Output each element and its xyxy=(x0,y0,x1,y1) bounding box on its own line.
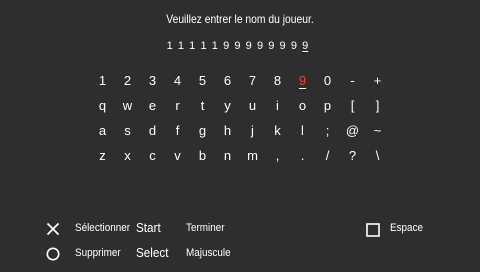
caps-action-label: Majuscule xyxy=(186,247,231,259)
keyboard-row-top: q w e r t y u i o p [ ] xyxy=(90,93,390,118)
key-x[interactable]: x xyxy=(115,146,140,166)
key-i[interactable]: i xyxy=(265,96,290,116)
key-2[interactable]: 2 xyxy=(115,71,140,91)
entry-char: 9 xyxy=(256,40,264,52)
entry-char: 9 xyxy=(290,40,297,52)
keyboard-row-bottom: z x c v b n m , . / ? \ xyxy=(90,143,390,168)
key-3[interactable]: 3 xyxy=(140,71,165,91)
key-backslash[interactable]: \ xyxy=(365,146,390,166)
entry-char: 9 xyxy=(279,40,286,52)
key-f[interactable]: f xyxy=(165,121,190,141)
key-7[interactable]: 7 xyxy=(240,71,265,91)
keyboard-row-numbers: 1 2 3 4 5 6 7 8 9 0 - + xyxy=(90,68,390,93)
key-v[interactable]: v xyxy=(165,146,190,166)
select-button-label: Select xyxy=(136,245,169,260)
key-u[interactable]: u xyxy=(240,96,265,116)
key-g[interactable]: g xyxy=(190,121,215,141)
key-at[interactable]: @ xyxy=(340,121,365,141)
entry-char: 9 xyxy=(223,40,230,52)
key-k[interactable]: k xyxy=(265,121,290,141)
name-entry-field[interactable]: 1 1 1 1 1 9 9 9 9 9 9 9 9 xyxy=(164,40,311,52)
key-period[interactable]: . xyxy=(290,146,315,166)
key-question[interactable]: ? xyxy=(340,146,365,166)
entry-char: 1 xyxy=(200,40,207,52)
entry-char: 1 xyxy=(166,40,173,52)
entry-char: 1 xyxy=(189,40,196,52)
onscreen-keyboard: 1 2 3 4 5 6 7 8 9 0 - + q w e r t y u i … xyxy=(90,68,390,168)
key-o[interactable]: o xyxy=(290,96,315,116)
key-c[interactable]: c xyxy=(140,146,165,166)
key-6[interactable]: 6 xyxy=(215,71,240,91)
key-r[interactable]: r xyxy=(165,96,190,116)
key-minus[interactable]: - xyxy=(340,71,365,91)
key-right-bracket[interactable]: ] xyxy=(365,96,390,116)
key-z[interactable]: z xyxy=(90,146,115,166)
key-s[interactable]: s xyxy=(115,121,140,141)
entry-char: 9 xyxy=(245,40,252,52)
entry-prompt: Veuillez entrer le nom du joueur. xyxy=(166,12,314,26)
key-l[interactable]: l xyxy=(290,121,315,141)
delete-action-label: Supprimer xyxy=(75,247,121,259)
entry-char: 1 xyxy=(211,40,218,52)
entry-char: 1 xyxy=(177,40,184,52)
square-icon xyxy=(366,223,380,237)
key-m[interactable]: m xyxy=(240,146,265,166)
key-w[interactable]: w xyxy=(115,96,140,116)
keyboard-row-home: a s d f g h j k l ; @ ~ xyxy=(90,118,390,143)
key-h[interactable]: h xyxy=(215,121,240,141)
cross-icon xyxy=(46,222,60,236)
key-n[interactable]: n xyxy=(215,146,240,166)
key-j[interactable]: j xyxy=(240,121,265,141)
circle-icon xyxy=(46,247,60,261)
space-action-label: Espace xyxy=(390,222,424,234)
key-d[interactable]: d xyxy=(140,121,165,141)
entry-cursor-char: 9 xyxy=(302,40,309,52)
key-p[interactable]: p xyxy=(315,96,340,116)
finish-action-label: Terminer xyxy=(186,222,225,234)
key-semicolon[interactable]: ; xyxy=(315,121,340,141)
key-y[interactable]: y xyxy=(215,96,240,116)
key-t[interactable]: t xyxy=(190,96,215,116)
key-4[interactable]: 4 xyxy=(165,71,190,91)
key-comma[interactable]: , xyxy=(265,146,290,166)
key-0[interactable]: 0 xyxy=(315,71,340,91)
start-button-label: Start xyxy=(136,220,161,235)
key-5[interactable]: 5 xyxy=(190,71,215,91)
key-slash[interactable]: / xyxy=(315,146,340,166)
key-9-selected[interactable]: 9 xyxy=(290,71,315,91)
key-1[interactable]: 1 xyxy=(90,71,115,91)
entry-char: 9 xyxy=(234,40,241,52)
entry-char: 9 xyxy=(268,40,275,52)
key-tilde[interactable]: ~ xyxy=(365,121,390,141)
key-e[interactable]: e xyxy=(140,96,165,116)
key-plus[interactable]: + xyxy=(365,71,390,91)
key-q[interactable]: q xyxy=(90,96,115,116)
key-a[interactable]: a xyxy=(90,121,115,141)
key-left-bracket[interactable]: [ xyxy=(340,96,365,116)
key-b[interactable]: b xyxy=(190,146,215,166)
select-action-label: Sélectionner xyxy=(75,222,131,234)
key-8[interactable]: 8 xyxy=(265,71,290,91)
